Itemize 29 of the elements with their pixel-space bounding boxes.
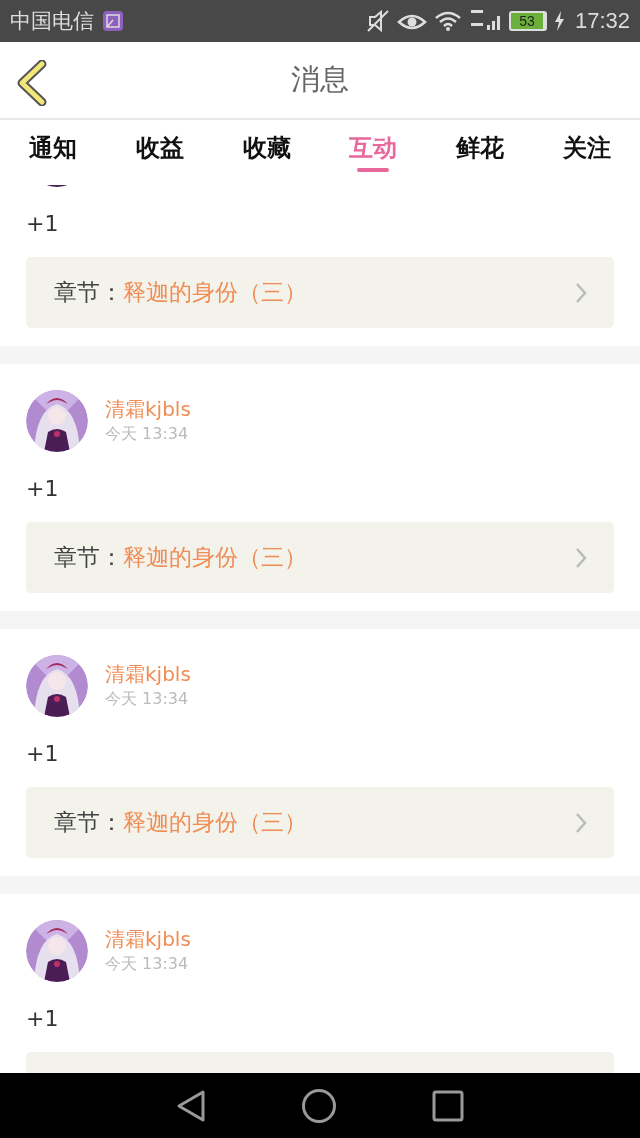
- back-button[interactable]: [16, 60, 48, 106]
- tab[interactable]: 收益: [106, 120, 214, 185]
- square-recents-icon: [432, 1089, 464, 1122]
- home-nav-button[interactable]: [301, 1087, 337, 1124]
- tab[interactable]: 收藏: [213, 120, 320, 185]
- message-text: +1: [26, 740, 59, 766]
- timestamp: 今天 13:34: [105, 423, 190, 445]
- chapter-link[interactable]: 章节：释迦的身份（三）: [26, 257, 614, 328]
- timestamp: 今天 13:34: [105, 953, 190, 975]
- timestamp: 今天 13:34: [105, 688, 190, 710]
- battery-indicator: 53: [508, 11, 547, 31]
- recents-nav-button[interactable]: [432, 1089, 464, 1122]
- carrier-name: 中国电信: [10, 8, 94, 35]
- chapter-link[interactable]: 章节：释迦的身份（三）: [26, 787, 614, 858]
- message-text: +1: [26, 475, 59, 501]
- clock: 17:32: [574, 8, 630, 34]
- gallery-icon: [102, 10, 124, 32]
- message-text: +1: [26, 210, 59, 236]
- tab[interactable]: 鲜花: [426, 120, 534, 185]
- circle-home-icon: [301, 1087, 337, 1124]
- message-text: +1: [26, 1005, 59, 1031]
- charging-icon: [552, 10, 565, 32]
- chapter-link[interactable]: 章节：释迦的身份（三）: [26, 522, 614, 593]
- back-nav-button[interactable]: [176, 1088, 206, 1123]
- page-title: 消息: [291, 61, 349, 98]
- tab[interactable]: 关注: [533, 120, 640, 185]
- back-icon: [16, 60, 48, 106]
- triangle-back-icon: [176, 1088, 206, 1123]
- tab[interactable]: 通知: [0, 120, 107, 185]
